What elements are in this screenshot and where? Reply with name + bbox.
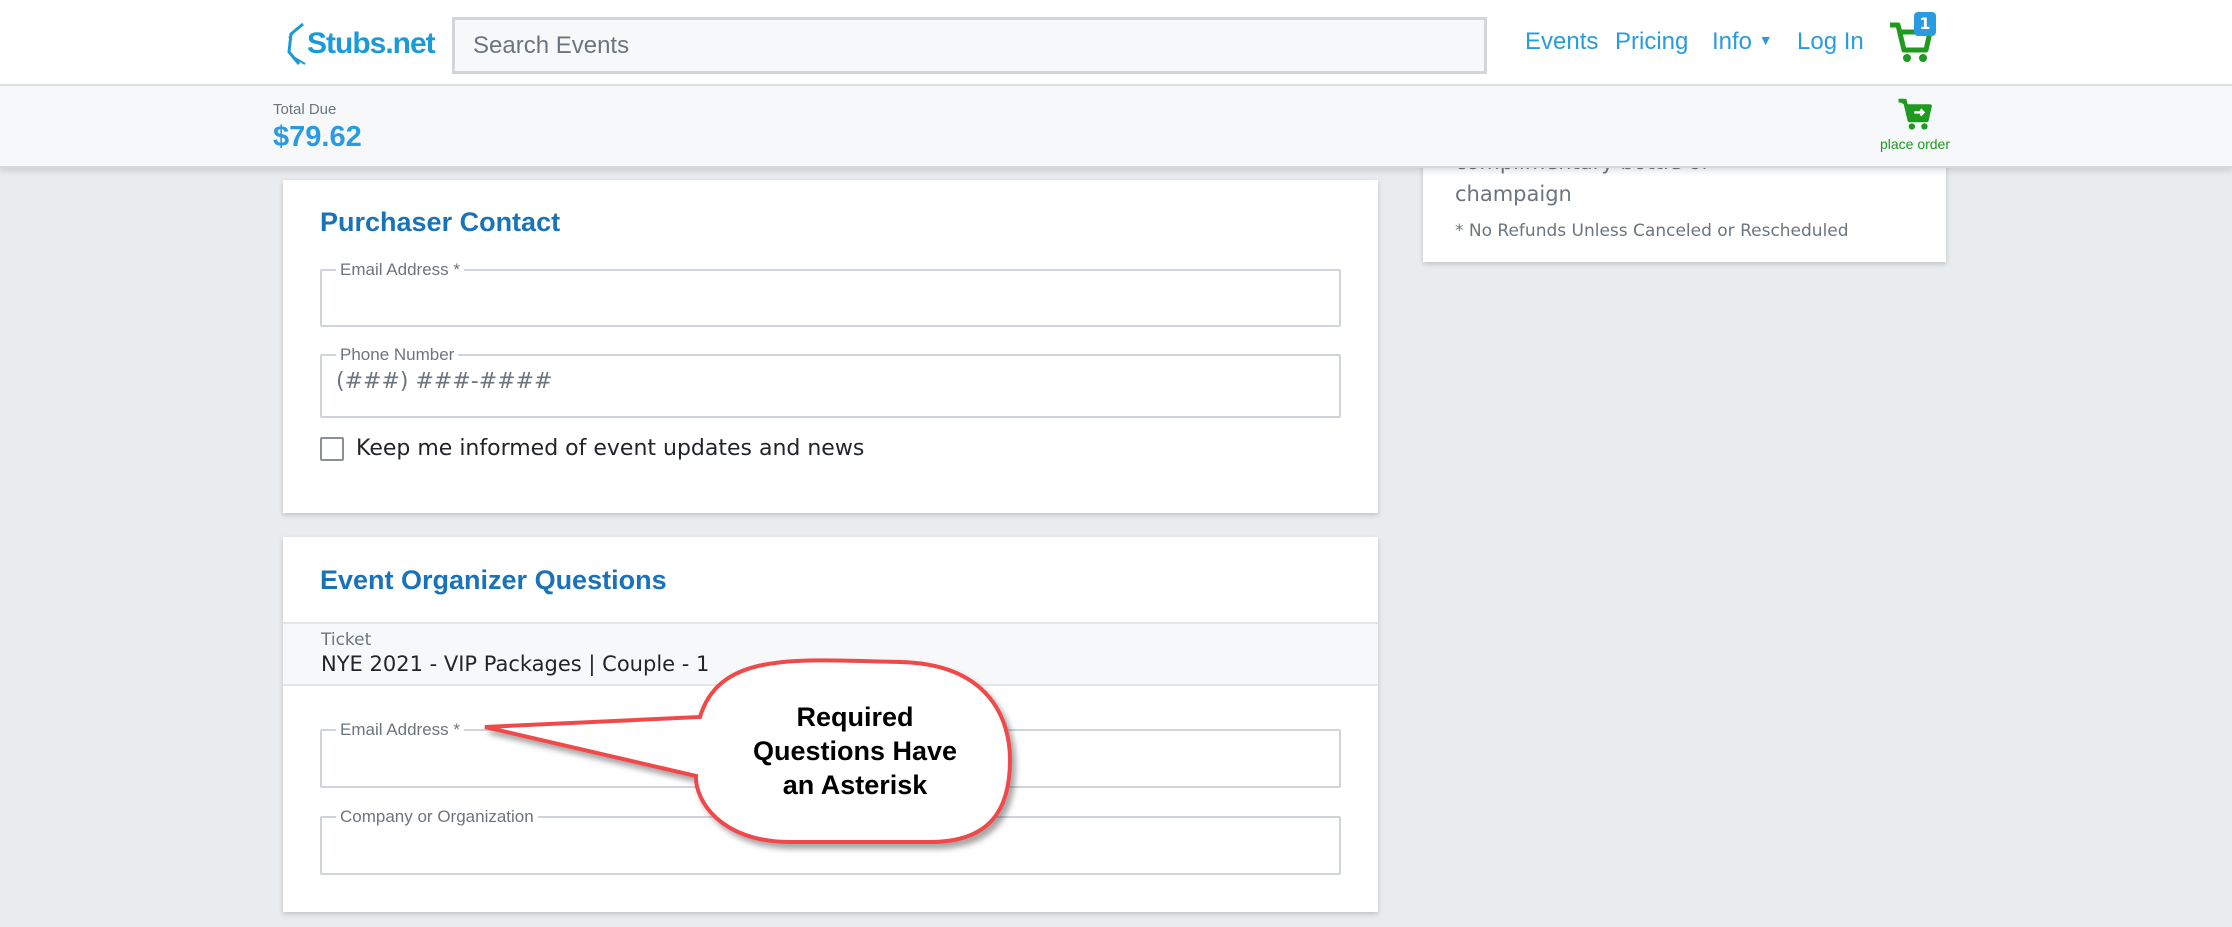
callout-line: Questions Have — [752, 736, 958, 766]
callout-text: Required Questions Have an Asterisk — [700, 700, 1010, 802]
callout-line: an Asterisk — [782, 770, 928, 800]
callout-bubble — [484, 658, 1013, 844]
callout-line: Required — [796, 702, 914, 732]
